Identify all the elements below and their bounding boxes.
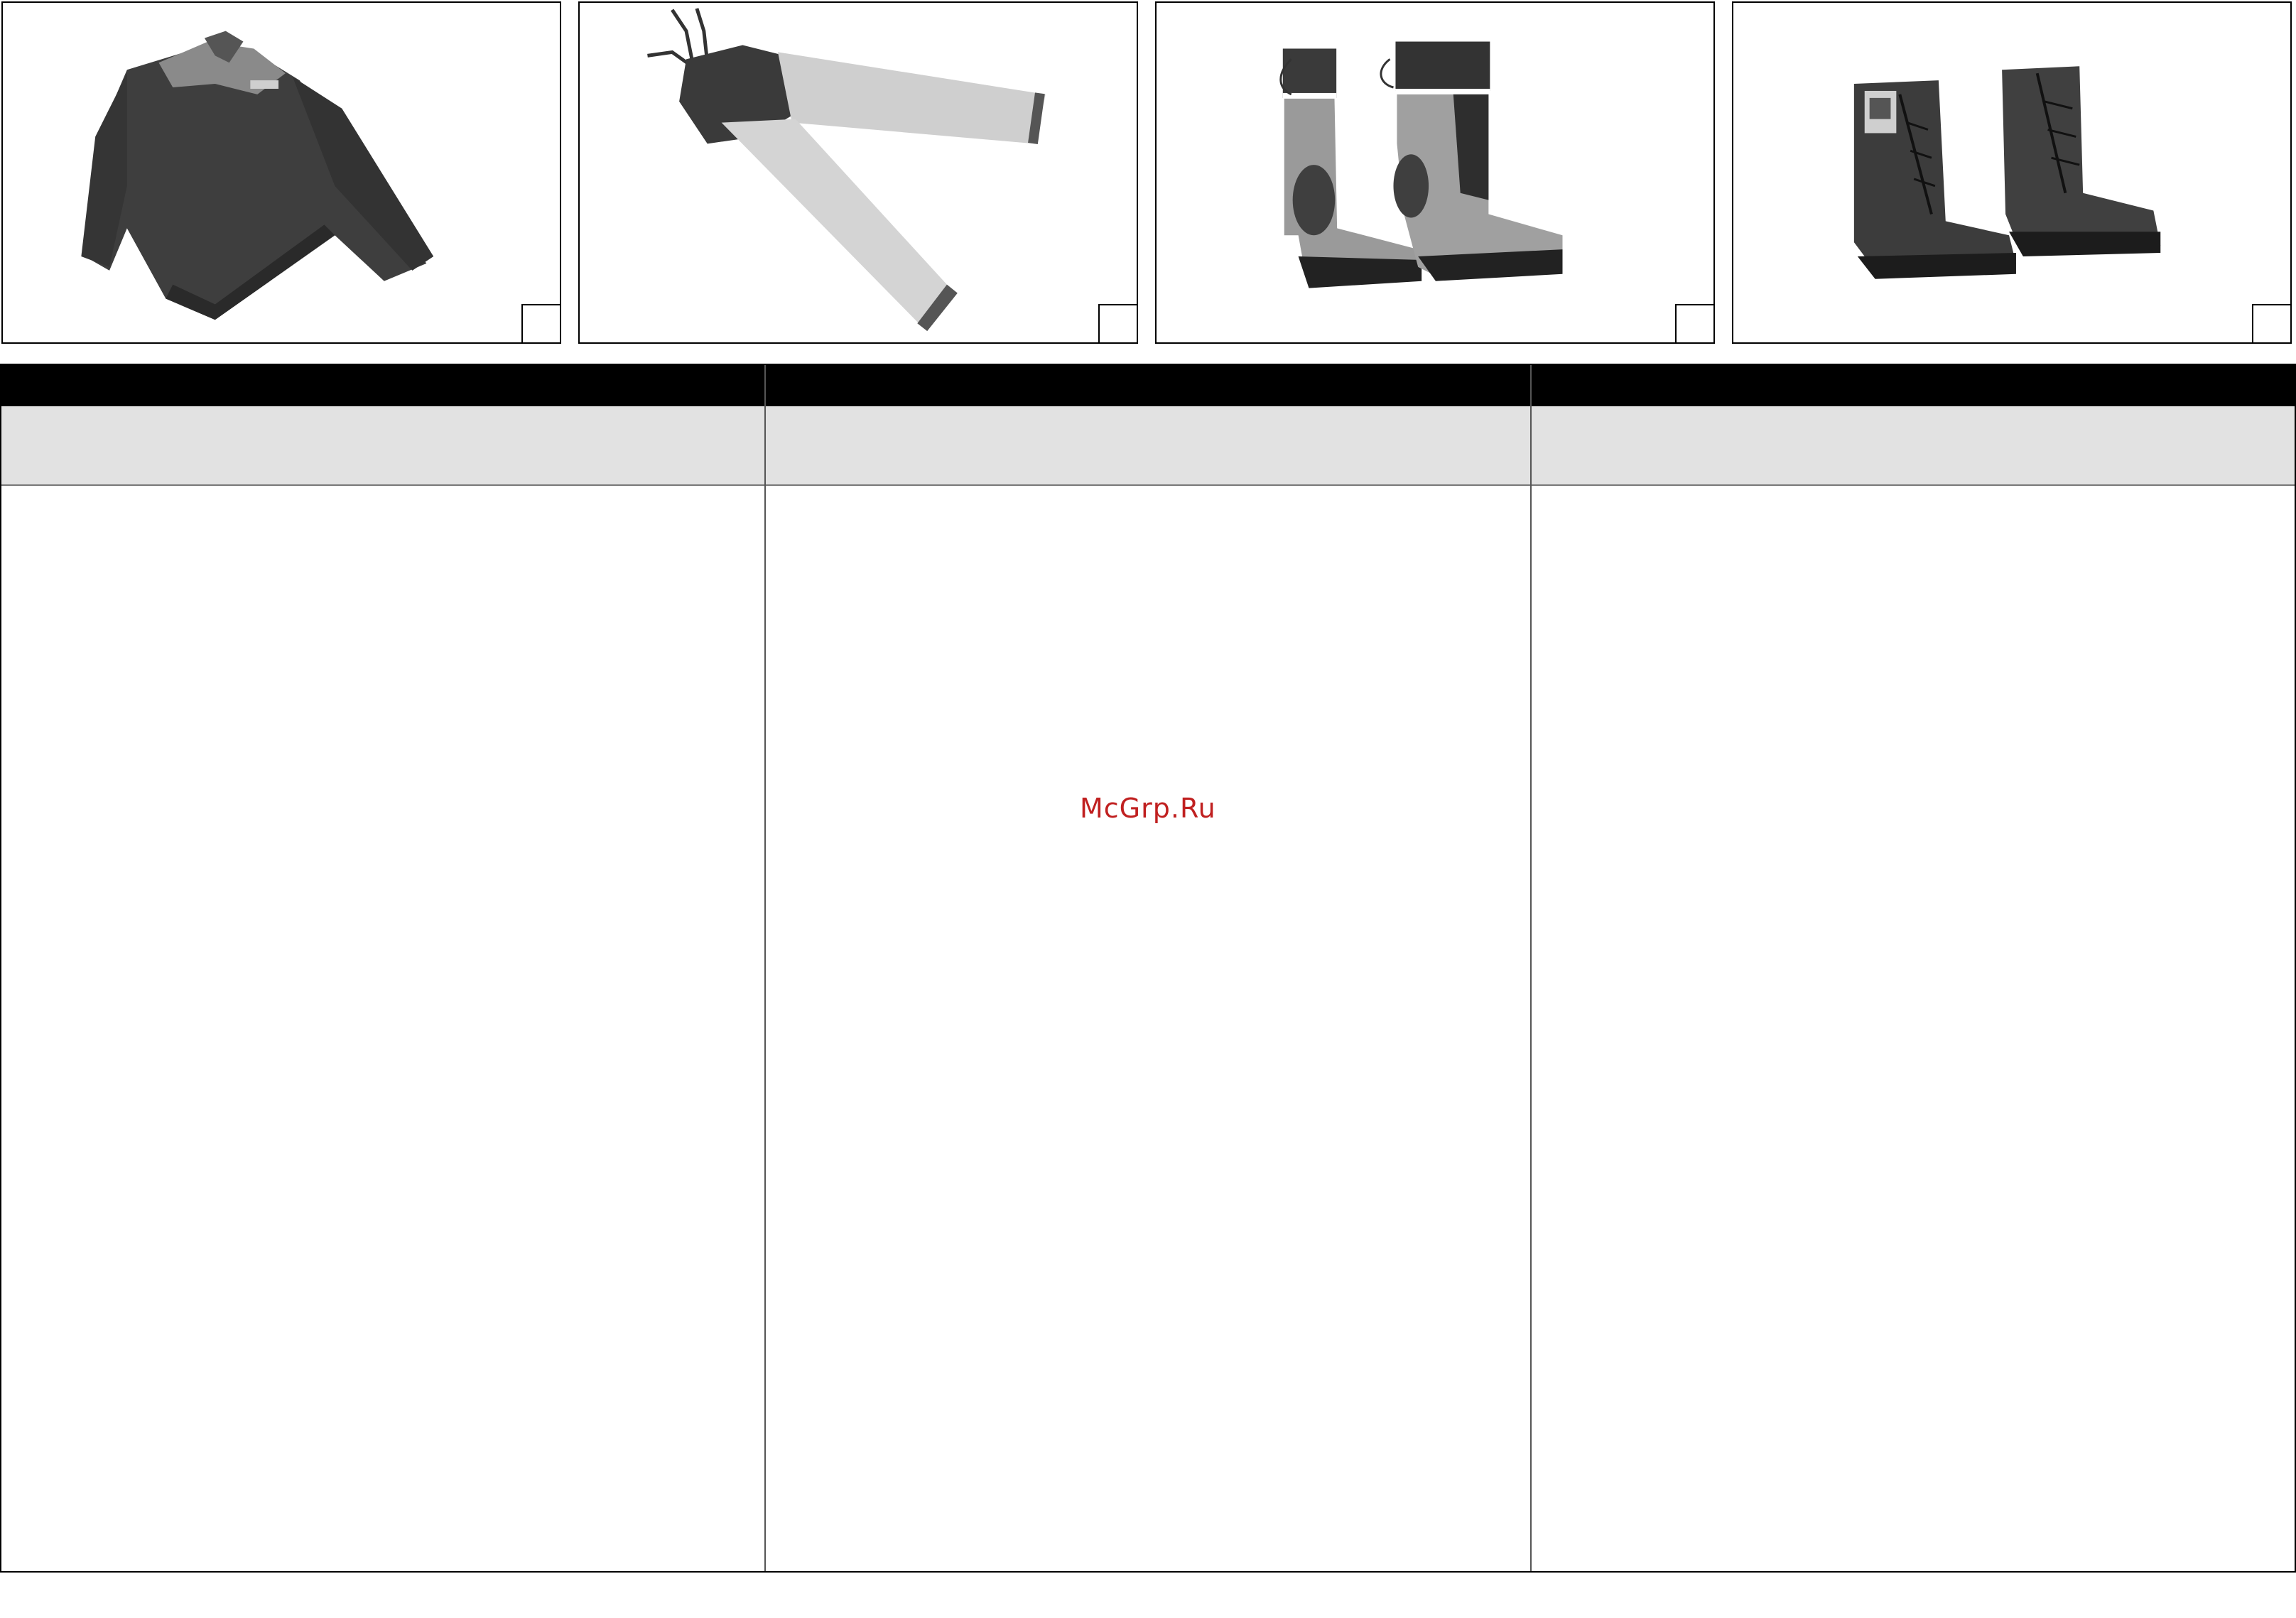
column-subheader (1532, 406, 2295, 486)
table-column-1 (1, 365, 764, 1571)
figure-number-box (1675, 304, 1713, 342)
column-subheader (766, 406, 1530, 486)
figure-number-box (521, 304, 560, 342)
column-header (766, 365, 1530, 406)
column-body (1, 486, 764, 509)
column-header (1532, 365, 2295, 406)
trousers-illustration (647, 8, 1046, 332)
leather-boots-illustration (1853, 66, 2161, 279)
table-column-3 (1530, 365, 2295, 1571)
table-column-2 (764, 365, 1530, 1571)
jacket-illustration (81, 31, 434, 320)
column-body (766, 486, 1530, 509)
column-subheader (1, 406, 764, 486)
figure-number-box (1098, 304, 1137, 342)
photo-panel-leather-boots (1732, 1, 2292, 344)
column-header (1, 365, 764, 406)
column-body (1532, 486, 2295, 509)
photo-panel-rubber-boots (1155, 1, 1715, 344)
watermark-text: McGrp.Ru (1080, 793, 1216, 824)
photo-panel-jacket (1, 1, 561, 344)
info-table (0, 364, 2296, 1573)
photo-panel-trousers (578, 1, 1138, 344)
figure-number-box (2252, 304, 2290, 342)
rubber-boots-illustration (1279, 41, 1563, 288)
